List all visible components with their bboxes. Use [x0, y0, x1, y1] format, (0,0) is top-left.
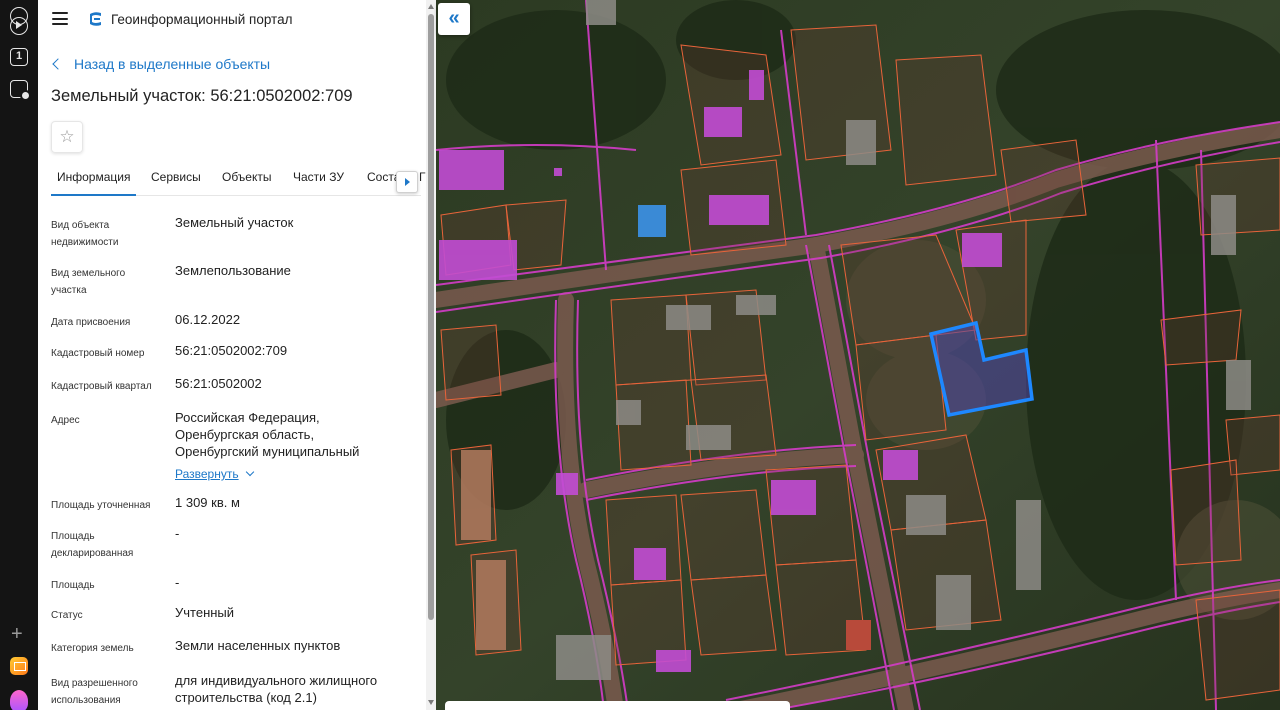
expand-address-link[interactable]: Развернуть	[175, 467, 254, 481]
info-value: -	[175, 575, 180, 590]
portal-header: Геоинформационный портал	[38, 0, 426, 40]
chevron-left-icon	[52, 58, 64, 70]
os-dock: 1 +	[0, 0, 38, 710]
expand-label: Развернуть	[175, 467, 239, 481]
double-chevron-left-icon: «	[448, 7, 460, 29]
map-view[interactable]	[436, 0, 1280, 710]
address-line: Оренбургская область,	[175, 427, 315, 442]
scrollbar-thumb[interactable]	[428, 14, 434, 620]
screenshot-icon[interactable]	[10, 80, 31, 101]
assistant-icon[interactable]	[10, 690, 28, 710]
collapse-panel-button[interactable]: «	[438, 3, 470, 35]
tab-parcel-parts[interactable]: Части ЗУ	[293, 170, 344, 184]
portal-title: Геоинформационный портал	[111, 12, 293, 27]
info-label: Дата присвоения	[51, 317, 131, 328]
scroll-up-icon[interactable]	[428, 4, 434, 9]
info-panel: Геоинформационный портал Назад в выделен…	[38, 0, 426, 710]
info-label: Площадь уточненная	[51, 500, 151, 511]
info-value: Российская Федерация, Оренбургская облас…	[175, 409, 411, 460]
info-label: Вид земельного участка	[51, 268, 126, 296]
tab-more[interactable]: Г	[419, 170, 426, 184]
info-label: Вид объекта недвижимости	[51, 220, 119, 248]
info-value: Землепользование	[175, 263, 291, 278]
info-label: Площадь	[51, 580, 95, 591]
info-value: 1 309 кв. м	[175, 495, 240, 510]
info-label: Вид разрешенного использования	[51, 678, 138, 706]
back-link[interactable]: Назад в выделенные объекты	[52, 55, 271, 73]
info-label: Кадастровый номер	[51, 348, 145, 359]
app-root: 1 + Геоинформационный портал Назад в выд…	[0, 0, 1280, 710]
favorite-button[interactable]: ☆	[51, 121, 83, 153]
portal-logo-icon	[90, 12, 101, 26]
tab-services[interactable]: Сервисы	[151, 170, 201, 184]
info-value: Земельный участок	[175, 215, 294, 230]
info-value: 56:21:0502002:709	[175, 343, 288, 358]
tab-number-icon[interactable]: 1	[10, 48, 28, 66]
scroll-down-icon[interactable]	[428, 700, 434, 705]
info-label: Адрес	[51, 415, 80, 426]
info-value: 56:21:0502002	[175, 376, 262, 391]
tabs-scroll-right-button[interactable]	[396, 171, 418, 193]
info-value: Земли населенных пунктов	[175, 638, 341, 653]
info-label: Категория земель	[51, 643, 134, 654]
info-label: Статус	[51, 610, 83, 621]
info-row-address: Адрес Российская Федерация, Оренбургская…	[51, 409, 411, 482]
menu-icon[interactable]	[52, 12, 68, 25]
play-icon[interactable]	[10, 17, 28, 35]
address-line: Российская Федерация,	[175, 410, 320, 425]
map-bottom-panel[interactable]	[445, 701, 790, 710]
object-title: Земельный участок: 56:21:0502002:709	[51, 87, 353, 105]
add-icon[interactable]: +	[11, 624, 23, 644]
satellite-map[interactable]	[436, 0, 1280, 710]
back-link-label: Назад в выделенные объекты	[74, 56, 271, 72]
tab-info[interactable]: Информация	[50, 170, 138, 196]
info-value: Учтенный	[175, 605, 235, 620]
info-value: -	[175, 526, 180, 541]
info-value: 06.12.2022	[175, 312, 241, 327]
info-label: Площадь декларированная	[51, 531, 134, 559]
panel-scrollbar[interactable]	[426, 0, 436, 710]
address-line: Оренбургский муниципальный	[175, 444, 360, 459]
mail-icon[interactable]	[10, 657, 28, 675]
tab-objects[interactable]: Объекты	[222, 170, 272, 184]
tab-bar: Информация Сервисы Объекты Части ЗУ Сост…	[50, 160, 426, 196]
star-icon: ☆	[59, 127, 75, 146]
info-label: Кадастровый квартал	[51, 381, 152, 392]
chevron-down-icon	[245, 467, 254, 477]
info-value: для индивидуального жилищного строительс…	[175, 673, 378, 705]
